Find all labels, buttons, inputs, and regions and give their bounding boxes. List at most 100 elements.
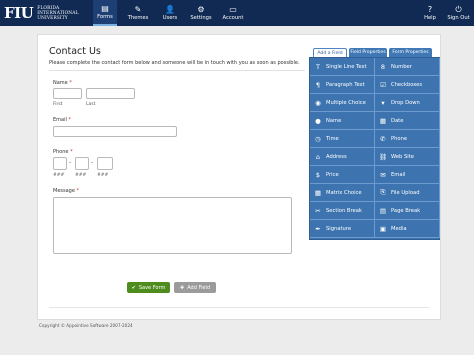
fiu-logo[interactable]: FIU FLORIDA INTERNATIONAL UNIVERSITY [4, 3, 79, 23]
email-icon: ✉ [380, 170, 386, 179]
field-label: Date [391, 117, 404, 124]
nav-account[interactable]: ▭ Account [219, 0, 247, 26]
address-icon: ⌂ [315, 152, 321, 161]
forms-icon: ▤ [101, 4, 109, 13]
field-label: Price [326, 171, 339, 178]
phone-dash-2: - [91, 159, 94, 166]
field-paragraph-text[interactable]: ¶ Paragraph Text [310, 76, 375, 94]
nav-forms[interactable]: ▤ Forms [93, 0, 117, 26]
multiple-choice-icon: ◉ [315, 98, 321, 107]
field-section-break[interactable]: ✂ Section Break [310, 202, 375, 220]
required-asterisk: * [68, 117, 71, 123]
help-icon: ? [427, 5, 433, 14]
drop-down-icon: ▾ [381, 98, 385, 107]
field-label: Page Break [391, 207, 421, 214]
required-asterisk: * [70, 149, 73, 155]
first-name-input[interactable] [53, 88, 82, 99]
field-email[interactable]: ✉ Email [375, 166, 440, 184]
field-name[interactable]: ● Name [310, 112, 375, 130]
field-phone[interactable]: ✆ Phone [375, 130, 440, 148]
name-field-label: Name * [53, 80, 72, 86]
nav-themes[interactable]: ✎ Themes [124, 0, 152, 26]
plus-icon: ✚ [179, 284, 185, 291]
field-media[interactable]: ▣ Media [375, 220, 440, 238]
message-textarea[interactable] [53, 197, 292, 254]
name-label-text: Name [53, 80, 68, 86]
logo-mark: FIU [4, 3, 34, 22]
web-site-icon: ⛓ [378, 152, 388, 161]
field-multiple-choice[interactable]: ◉ Multiple Choice [310, 94, 375, 112]
nav-settings-label: Settings [190, 14, 212, 21]
field-page-break[interactable]: ▤ Page Break [375, 202, 440, 220]
message-label-text: Message [53, 188, 75, 194]
field-file-upload[interactable]: ⎘ File Upload [375, 184, 440, 202]
title-divider [49, 70, 305, 71]
field-label: Signature [326, 225, 352, 232]
field-single-line-text[interactable]: T Single Line Text [310, 58, 375, 76]
themes-icon: ✎ [134, 5, 142, 14]
form-description[interactable]: Please complete the contact form below a… [49, 60, 300, 66]
email-input[interactable] [53, 126, 177, 137]
nav-forms-label: Forms [97, 13, 113, 20]
field-web-site[interactable]: ⛓ Web Site [375, 148, 440, 166]
field-matrix-choice[interactable]: ▦ Matrix Choice [310, 184, 375, 202]
required-asterisk: * [69, 80, 72, 86]
field-label: Media [391, 225, 407, 232]
time-icon: ◷ [315, 134, 321, 143]
field-date[interactable]: ▦ Date [375, 112, 440, 130]
media-icon: ▣ [379, 224, 387, 233]
field-label: Time [326, 135, 339, 142]
nav-themes-label: Themes [127, 14, 149, 21]
field-signature[interactable]: ✒ Signature [310, 220, 375, 238]
field-address[interactable]: ⌂ Address [310, 148, 375, 166]
field-number[interactable]: 8 Number [375, 58, 440, 76]
field-time[interactable]: ◷ Time [310, 130, 375, 148]
matrix-choice-icon: ▦ [314, 188, 322, 197]
field-label: Multiple Choice [326, 99, 366, 106]
users-icon: 👤 [165, 5, 175, 14]
field-label: File Upload [391, 189, 420, 196]
nav-sign-out[interactable]: ⏻ Sign Out [445, 0, 472, 26]
field-label: Single Line Text [326, 63, 367, 70]
phone-area-code-input[interactable] [53, 157, 67, 170]
tab-add-field[interactable]: Add a Field [313, 48, 347, 57]
last-name-input[interactable] [86, 88, 135, 99]
page-break-icon: ▤ [379, 206, 387, 215]
field-price[interactable]: $ Price [310, 166, 375, 184]
logo-line-3: UNIVERSITY [37, 15, 68, 21]
settings-icon: ⚙ [197, 5, 205, 14]
tab-field-properties[interactable]: Field Properties [349, 48, 387, 57]
date-icon: ▦ [379, 116, 387, 125]
file-upload-icon: ⎘ [380, 188, 386, 196]
nav-settings[interactable]: ⚙ Settings [187, 0, 215, 26]
phone-line-hint: ### [97, 173, 109, 178]
card-bottom-divider [49, 307, 429, 308]
phone-icon: ✆ [380, 134, 386, 143]
nav-sign-out-label: Sign Out [447, 14, 470, 21]
nav-users[interactable]: 👤 Users [158, 0, 182, 26]
field-label: Phone [391, 135, 408, 142]
field-label: Paragraph Text [326, 81, 365, 88]
phone-prefix-input[interactable] [75, 157, 89, 170]
form-title[interactable]: Contact Us [49, 46, 101, 57]
add-field-label: Add Field [187, 284, 210, 291]
nav-help-label: Help [424, 14, 436, 21]
copyright-text: Copyright © Appointive Software 2007-202… [39, 323, 133, 328]
field-label: Section Break [326, 207, 362, 214]
number-icon: 8 [380, 62, 386, 71]
email-label-text: Email [53, 117, 67, 123]
field-label: Name [326, 117, 342, 124]
field-label: Matrix Choice [326, 189, 362, 196]
field-checkboxes[interactable]: ☑ Checkboxes [375, 76, 440, 94]
add-field-palette: T Single Line Text 8 Number ¶ Paragraph … [309, 57, 440, 240]
nav-help[interactable]: ? Help [419, 0, 441, 26]
add-field-button[interactable]: ✚ Add Field [174, 282, 216, 293]
message-field-label: Message * [53, 188, 79, 194]
phone-prefix-hint: ### [75, 173, 87, 178]
phone-line-input[interactable] [97, 157, 113, 170]
field-drop-down[interactable]: ▾ Drop Down [375, 94, 440, 112]
email-field-label: Email * [53, 117, 71, 123]
tab-form-properties[interactable]: Form Properties [389, 48, 432, 57]
save-form-button[interactable]: ✔ Save Form [127, 282, 170, 293]
logo-wordmark: FLORIDA INTERNATIONAL UNIVERSITY [37, 6, 78, 21]
